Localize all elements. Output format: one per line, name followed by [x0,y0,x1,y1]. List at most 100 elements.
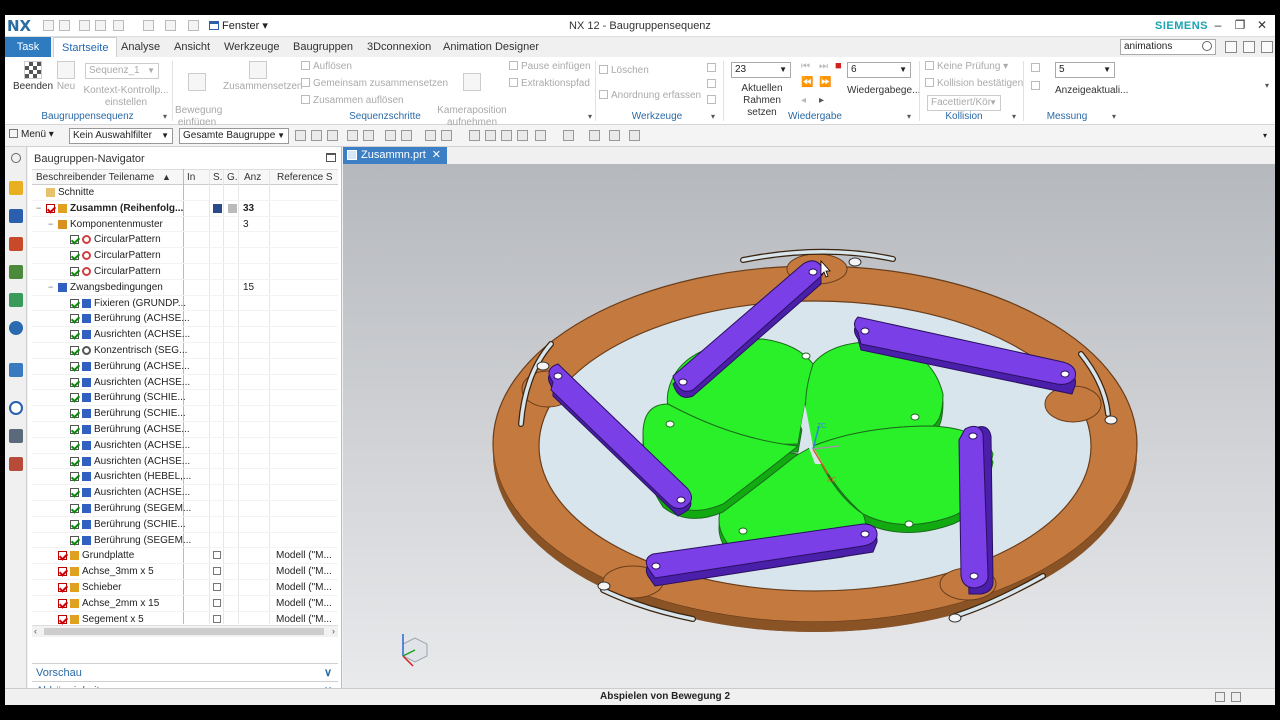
status-checkbox[interactable] [213,614,221,623]
visibility-checkbox[interactable] [70,251,79,261]
tree-row[interactable]: Segement x 5 Modell ("M... [32,612,338,625]
close-icon[interactable]: ✕ [432,149,441,161]
playback-speed-input[interactable]: 6 ▼ [847,62,911,78]
tree-row[interactable]: Fixieren (GRUNDP... [32,296,338,312]
selection-icon[interactable] [425,130,436,141]
tree-row[interactable]: Ausrichten (HEBEL,... [32,469,338,486]
hd3d-tools-icon[interactable] [9,293,23,307]
selection-icon[interactable] [363,130,374,141]
tab-analyse[interactable]: Analyse [121,37,160,57]
scroll-left-icon[interactable]: ‹ [34,626,37,636]
tree-row[interactable]: − Zwangsbedingungen 15 [32,280,338,296]
tree-row[interactable]: Berührung (ACHSE... [32,311,338,328]
tree-row[interactable]: Berührung (ACHSE... [32,422,338,438]
status-icon[interactable] [1215,692,1225,702]
beenden-button[interactable]: Beenden [13,61,53,93]
tree-row[interactable]: − Zusammn (Reihenfolg... 33 [32,201,338,217]
chevron-down-icon[interactable]: ▾ [1112,112,1116,121]
tree-row[interactable]: Berührung (ACHSE... [32,359,338,375]
visibility-checkbox[interactable] [70,504,79,513]
status-checkbox[interactable] [213,583,221,591]
link-icon[interactable] [707,95,716,104]
neu-button[interactable]: Neu [51,61,81,93]
chevron-down-icon[interactable]: ∨ [324,664,332,682]
iris-assembly-model[interactable]: ZC XC [343,164,1275,688]
chevron-down-icon[interactable]: ▾ [1263,131,1267,140]
loeschen-button[interactable]: Löschen [599,65,649,76]
tree-row[interactable]: Schnitte [32,185,338,201]
palette-icon[interactable] [9,363,23,377]
type-filter-select[interactable]: Kein Auswahlfilter ▼ [69,128,173,144]
visibility-checkbox[interactable] [58,551,67,561]
chevron-down-icon[interactable]: ▾ [163,112,167,121]
scrollbar-thumb[interactable] [44,628,324,635]
tree-row[interactable]: Berührung (SCHIE... [32,406,338,422]
reuse-library-icon[interactable] [9,265,23,279]
visibility-checkbox[interactable] [70,519,79,529]
zusammensetzen-button[interactable]: Zusammensetzen [223,61,302,93]
selection-icon[interactable] [295,130,306,141]
measure-update-icon[interactable] [1031,81,1040,90]
ribbon-expand-icon[interactable]: ▾ [1265,81,1269,90]
status-icon[interactable] [1231,692,1241,702]
visibility-checkbox[interactable] [70,535,79,545]
help-icon[interactable] [1243,41,1255,53]
selection-icon[interactable] [589,130,600,141]
column-header-in[interactable]: In [187,172,195,183]
selection-icon[interactable] [501,130,512,141]
selection-icon[interactable] [629,130,640,141]
play-forward-icon[interactable]: ▸ [819,95,824,106]
tree-row[interactable]: Berührung (SCHIE... [32,517,338,533]
visibility-checkbox[interactable] [58,614,67,624]
selection-scope-select[interactable]: Gesamte Baugruppe ▼ [179,128,289,144]
tree-row[interactable]: Grundplatte Modell ("M... [32,548,338,565]
selection-icon[interactable] [535,130,546,141]
web-browser-icon[interactable] [9,321,23,335]
tab-werkzeuge[interactable]: Werkzeuge [224,37,279,57]
tree-collapse-icon[interactable]: − [48,280,53,296]
visibility-checkbox[interactable] [70,393,79,403]
tool-icon[interactable] [707,63,716,72]
visibility-checkbox[interactable] [70,361,79,371]
chevron-down-icon[interactable]: ▾ [1012,112,1016,121]
roles-icon[interactable] [9,457,23,471]
tree-row[interactable]: Achse_3mm x 5 Modell ("M... [32,564,338,580]
selection-icon[interactable] [563,130,574,141]
visibility-checkbox[interactable] [70,267,79,276]
status-checkbox[interactable] [213,598,221,607]
selection-icon[interactable] [401,130,412,141]
column-header-s[interactable]: S. [213,172,222,183]
command-search-input[interactable]: animations [1120,39,1216,55]
tab-animation-designer[interactable]: Animation Designer [443,37,539,57]
tree-row[interactable]: Ausrichten (ACHSE... [32,375,338,391]
pause-einfuegen-button[interactable]: Pause einfügen [509,61,591,72]
anordnung-erfassen-button[interactable]: Anordnung erfassen [599,90,701,101]
tree-collapse-icon[interactable]: − [36,201,41,217]
keine-pruefung-dropdown[interactable]: Keine Prüfung ▾ [925,61,1008,72]
facettiert-select[interactable]: Facettiert/Kör ▼ [927,95,1001,111]
step-back-icon[interactable]: ⏪ [801,77,813,88]
selection-icon[interactable] [327,130,338,141]
process-studio-icon[interactable] [9,429,23,443]
visibility-checkbox[interactable] [70,456,79,466]
sequence-select[interactable]: Sequenz_1 ▼ [85,63,159,79]
visibility-checkbox[interactable] [70,346,79,355]
assembly-navigator-icon[interactable] [9,181,23,195]
rewind-to-start-icon[interactable]: ⏮ [801,61,810,72]
status-checkbox[interactable] [213,551,221,560]
tree-row[interactable]: Ausrichten (ACHSE... [32,454,338,470]
zusammen-aufloesen-button[interactable]: Zusammen auflösen [301,95,404,106]
maximize-icon[interactable] [326,153,336,162]
tree-row[interactable]: Achse_2mm x 15 Modell ("M... [32,596,338,612]
constraint-navigator-icon[interactable] [9,209,23,223]
aufloesen-button[interactable]: Auflösen [301,61,352,72]
history-icon[interactable] [9,401,23,415]
measure-icon[interactable] [1031,63,1040,72]
visibility-checkbox[interactable] [70,488,79,498]
visibility-checkbox[interactable] [70,330,79,340]
tree-row[interactable]: CircularPattern [32,248,338,264]
visibility-checkbox[interactable] [70,235,79,245]
visibility-checkbox[interactable] [70,298,79,308]
tab-startseite[interactable]: Startseite [53,37,118,57]
stop-icon[interactable]: ■ [835,60,842,72]
